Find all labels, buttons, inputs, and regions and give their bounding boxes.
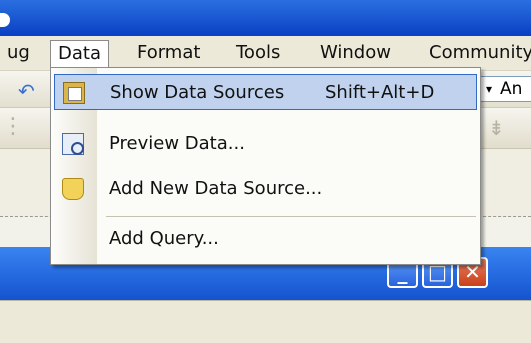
- menu-data[interactable]: Data: [50, 40, 109, 68]
- toolbar-combo-value: An: [500, 79, 523, 99]
- menu-item-add-new-data-source[interactable]: Add New Data Source...: [54, 171, 477, 207]
- align-icon[interactable]: ⇟: [488, 116, 505, 140]
- title-bar-fragment: [0, 13, 10, 27]
- menu-item-label: Preview Data...: [109, 133, 245, 154]
- add-data-source-icon: [62, 178, 84, 200]
- preview-data-icon: [62, 133, 84, 155]
- menu-item-preview-data[interactable]: Preview Data...: [54, 126, 477, 162]
- inner-window-body: [0, 300, 531, 343]
- menu-item-show-data-sources[interactable]: Show Data Sources Shift+Alt+D: [54, 74, 477, 110]
- toolbar-combo[interactable]: ▾ An: [479, 76, 531, 102]
- menu-item-add-query[interactable]: Add Query...: [54, 221, 477, 257]
- menu-item-shortcut: Shift+Alt+D: [325, 82, 435, 103]
- menu-format[interactable]: Format: [130, 40, 207, 65]
- chevron-down-icon[interactable]: ▾: [482, 77, 496, 101]
- data-sources-icon: [63, 82, 85, 104]
- menu-debug[interactable]: ug: [0, 40, 37, 65]
- data-menu-dropdown: Show Data Sources Shift+Alt+D Preview Da…: [50, 67, 481, 265]
- menu-item-label: Show Data Sources: [110, 82, 285, 103]
- menu-bar: ug Data Format Tools Window Community: [0, 36, 531, 71]
- menu-separator: [106, 216, 476, 217]
- undo-icon[interactable]: ↶: [18, 79, 35, 103]
- menu-item-label: Add New Data Source...: [109, 178, 323, 199]
- menu-tools[interactable]: Tools: [229, 40, 287, 65]
- title-bar: [0, 0, 531, 36]
- toolbar-grip-icon: ⋮: [2, 114, 24, 139]
- menu-item-label: Add Query...: [109, 228, 219, 249]
- menu-window[interactable]: Window: [313, 40, 398, 65]
- menu-community[interactable]: Community: [422, 40, 531, 65]
